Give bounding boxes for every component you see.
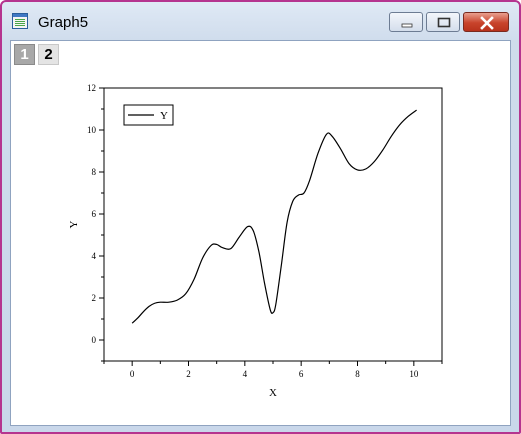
- close-icon: [480, 16, 494, 30]
- y-tick-label: 4: [92, 251, 97, 261]
- graph-window-icon[interactable]: [12, 13, 28, 29]
- minimize-button[interactable]: [389, 12, 423, 32]
- minimize-icon: [401, 23, 413, 28]
- y-axis-title: Y: [68, 220, 80, 228]
- x-tick-label: 0: [130, 369, 135, 379]
- graph-page: 1 2 0 2 4 6 8 10 0 2 4 6 8 10 12 X Y Y: [10, 40, 511, 426]
- y-tick-label: 2: [92, 293, 97, 303]
- y-tick-label: 12: [87, 83, 96, 93]
- x-tick-label: 8: [355, 369, 360, 379]
- maximize-icon: [437, 17, 451, 28]
- series-line-y: [131, 109, 418, 324]
- close-button[interactable]: [463, 12, 509, 32]
- x-tick-label: 4: [243, 369, 248, 379]
- line-chart[interactable]: 0 2 4 6 8 10 0 2 4 6 8 10 12 X Y Y: [11, 41, 510, 425]
- legend-label: Y: [160, 110, 168, 122]
- maximize-button[interactable]: [426, 12, 460, 32]
- x-tick-label: 6: [299, 369, 304, 379]
- window-title: Graph5: [38, 14, 89, 31]
- y-tick-label: 0: [92, 335, 97, 345]
- y-tick-label: 10: [87, 125, 97, 135]
- x-tick-label: 2: [186, 369, 191, 379]
- graph-window: Graph5 1 2 0 2 4 6 8 10 0 2 4 6 8 10 12 X Y Y: [0, 0, 521, 434]
- title-bar[interactable]: Graph5: [2, 2, 519, 38]
- plot-frame: [103, 87, 443, 362]
- x-tick-label: 10: [409, 369, 419, 379]
- x-axis-title: X: [269, 387, 277, 399]
- y-tick-label: 6: [92, 209, 97, 219]
- y-tick-label: 8: [92, 167, 97, 177]
